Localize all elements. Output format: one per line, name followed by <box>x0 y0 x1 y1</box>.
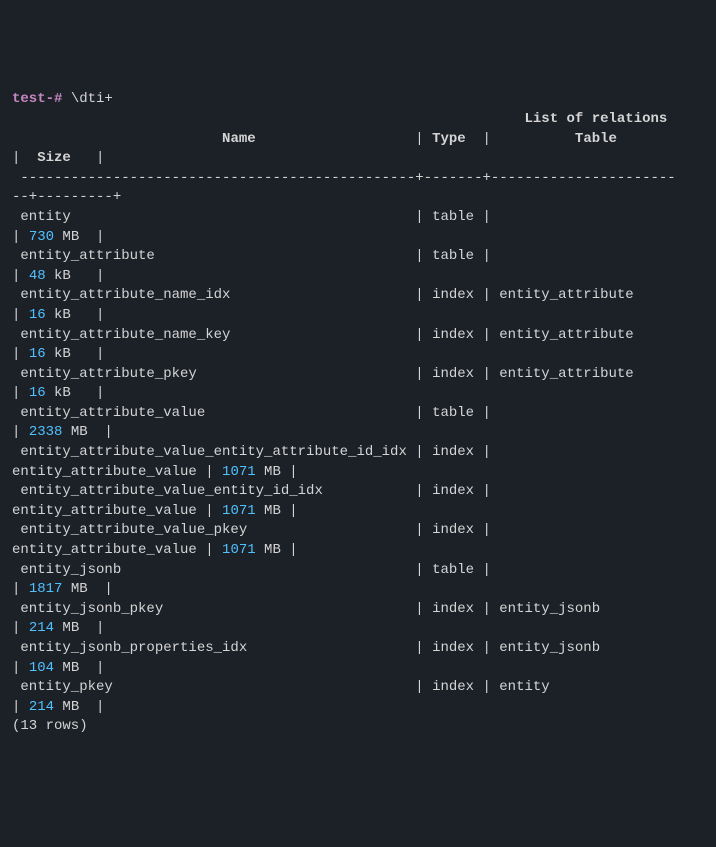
terminal-output: test-# \dti+ List of relations Name | Ty… <box>12 90 704 737</box>
